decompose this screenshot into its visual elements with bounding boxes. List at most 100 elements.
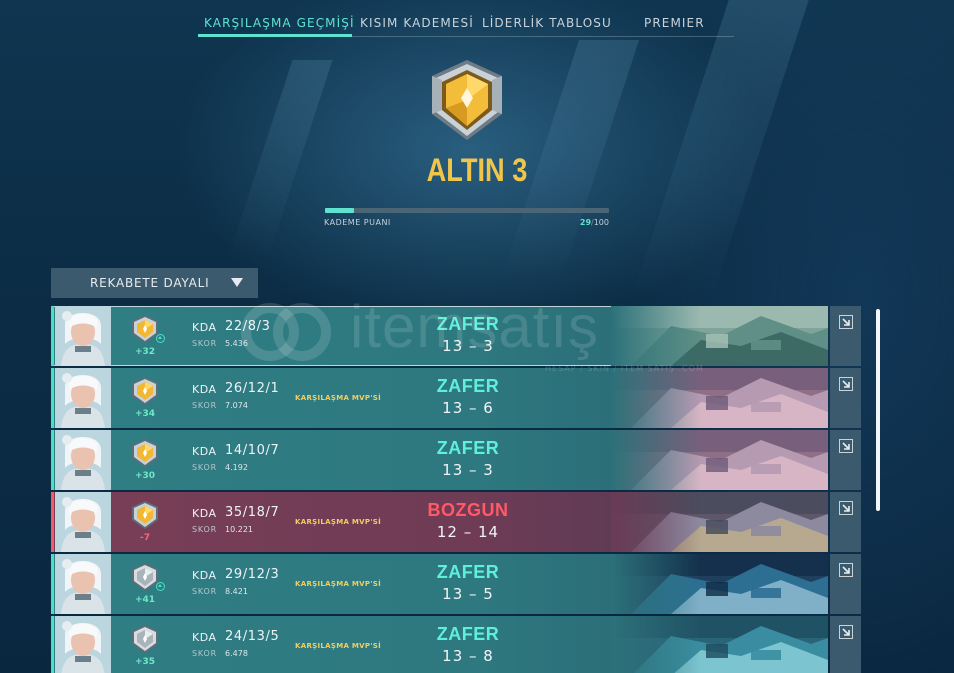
round-score: 13 – 3	[442, 337, 494, 355]
rr-change: +35	[134, 657, 156, 667]
expand-arrow-icon	[839, 563, 853, 577]
expand-arrow-icon	[839, 625, 853, 639]
combat-score-value: 6.478	[225, 649, 248, 658]
expand-arrow-icon	[839, 315, 853, 329]
match-row[interactable]: +41 KDA 29/12/3 SKOR 8.421 KARŞILAŞMA MVP'Sİ Z…	[51, 554, 828, 614]
tab-bar: KARŞILAŞMA GEÇMİŞİ KISIM KADEMESİ LİDERL…	[198, 10, 734, 37]
rr-change: -7	[140, 533, 150, 543]
gold-rank-icon	[132, 315, 158, 343]
match-result: ZAFER	[436, 624, 500, 644]
tab-leaderboard[interactable]: LİDERLİK TABLOSU	[482, 16, 612, 30]
gold-rank-icon	[132, 439, 158, 467]
kda-value: 24/13/5	[225, 629, 280, 644]
match-details-button[interactable]	[830, 616, 861, 673]
kda-label: KDA	[192, 383, 217, 396]
combat-score-value: 7.074	[225, 401, 248, 410]
silver-rank-icon	[132, 563, 158, 591]
score-label: SKOR	[192, 525, 217, 534]
score-label: SKOR	[192, 401, 217, 410]
rr-change: +34	[134, 409, 156, 419]
rank-rating-label: KADEME PUANI	[324, 218, 391, 227]
agent-portrait-icon	[55, 492, 111, 552]
match-mvp-badge: KARŞILAŞMA MVP'Sİ	[295, 580, 382, 588]
agent-portrait-icon	[55, 306, 111, 366]
match-details-button[interactable]	[830, 492, 861, 552]
kda-label: KDA	[192, 569, 217, 582]
gold-rank-emblem-icon	[432, 60, 502, 140]
match-result: ZAFER	[436, 314, 500, 334]
combat-score-value: 10.221	[225, 525, 253, 534]
match-result: BOZGUN	[427, 500, 509, 520]
rank-rating-fill	[325, 208, 354, 213]
match-details-button[interactable]	[830, 368, 861, 428]
rank-up-badge-icon	[156, 582, 165, 591]
round-score: 13 – 8	[442, 647, 494, 665]
kda-value: 29/12/3	[225, 567, 280, 582]
rank-rating-current: 29	[579, 218, 592, 227]
rank-up-badge-icon	[156, 334, 165, 343]
match-row[interactable]: +30 KDA 14/10/7 SKOR 4.192 ZAFER 13 – 3	[51, 430, 828, 490]
agent-portrait-icon	[55, 554, 111, 614]
match-row[interactable]: -7 KDA 35/18/7 SKOR 10.221 KARŞILAŞMA MVP'Sİ B…	[51, 492, 828, 552]
match-result: ZAFER	[436, 376, 500, 396]
outcome-stripe	[51, 430, 54, 490]
outcome-stripe	[51, 306, 54, 366]
match-row[interactable]: +32 KDA 22/8/3 SKOR 5.436 ZAFER 13 – 3	[51, 306, 828, 366]
combat-score-value: 4.192	[225, 463, 248, 472]
map-fade	[611, 616, 701, 673]
map-fade	[611, 492, 701, 552]
expand-arrow-icon	[839, 439, 853, 453]
silver-rank-icon	[132, 625, 158, 653]
score-label: SKOR	[192, 587, 217, 596]
agent-portrait-icon	[55, 430, 111, 490]
kda-value: 26/12/1	[225, 381, 280, 396]
queue-filter-dropdown[interactable]: REKABETE DAYALI	[51, 268, 258, 298]
match-row[interactable]: +34 KDA 26/12/1 SKOR 7.074 KARŞILAŞMA MVP'Sİ Z…	[51, 368, 828, 428]
tab-match-history[interactable]: KARŞILAŞMA GEÇMİŞİ	[204, 16, 355, 30]
match-mvp-badge: KARŞILAŞMA MVP'Sİ	[295, 394, 382, 402]
match-details-button[interactable]	[830, 430, 861, 490]
match-row[interactable]: +35 KDA 24/13/5 SKOR 6.478 KARŞILAŞMA MVP'Sİ Z…	[51, 616, 828, 673]
score-label: SKOR	[192, 649, 217, 658]
rank-rating-value: 29/100	[580, 218, 609, 227]
kda-value: 22/8/3	[225, 319, 271, 334]
match-details-button[interactable]	[830, 306, 861, 366]
expand-arrow-icon	[839, 377, 853, 391]
kda-label: KDA	[192, 631, 217, 644]
rank-name: ALTIN 3	[426, 152, 528, 188]
outcome-stripe	[51, 554, 54, 614]
match-mvp-badge: KARŞILAŞMA MVP'Sİ	[295, 518, 382, 526]
kda-label: KDA	[192, 321, 217, 334]
match-mvp-badge: KARŞILAŞMA MVP'Sİ	[295, 642, 382, 650]
round-score: 12 – 14	[436, 523, 500, 541]
score-label: SKOR	[192, 463, 217, 472]
agent-portrait-icon	[55, 616, 111, 673]
map-fade	[611, 554, 701, 614]
expand-arrow-icon	[839, 501, 853, 515]
queue-filter-label: REKABETE DAYALI	[90, 276, 210, 290]
map-fade	[611, 430, 701, 490]
round-score: 13 – 3	[442, 461, 494, 479]
gold-rank-icon	[132, 501, 158, 529]
active-tab-indicator	[198, 34, 352, 37]
kda-value: 14/10/7	[225, 443, 280, 458]
tab-premier[interactable]: PREMIER	[644, 16, 705, 30]
background-streak	[631, 0, 809, 300]
outcome-stripe	[51, 368, 54, 428]
tab-act-rank[interactable]: KISIM KADEMESİ	[360, 16, 474, 30]
match-details-button[interactable]	[830, 554, 861, 614]
gold-rank-icon	[132, 377, 158, 405]
rr-change: +30	[134, 471, 156, 481]
agent-portrait-icon	[55, 368, 111, 428]
rank-rating-max: 100	[593, 218, 609, 227]
map-fade	[611, 306, 701, 366]
rr-change: +41	[134, 595, 156, 605]
rr-change: +32	[134, 347, 156, 357]
chevron-down-icon	[231, 278, 243, 287]
scrollbar[interactable]	[876, 309, 880, 511]
rank-rating-bar	[325, 208, 609, 213]
round-score: 13 – 5	[442, 585, 494, 603]
kda-value: 35/18/7	[225, 505, 280, 520]
combat-score-value: 8.421	[225, 587, 248, 596]
map-fade	[611, 368, 701, 428]
